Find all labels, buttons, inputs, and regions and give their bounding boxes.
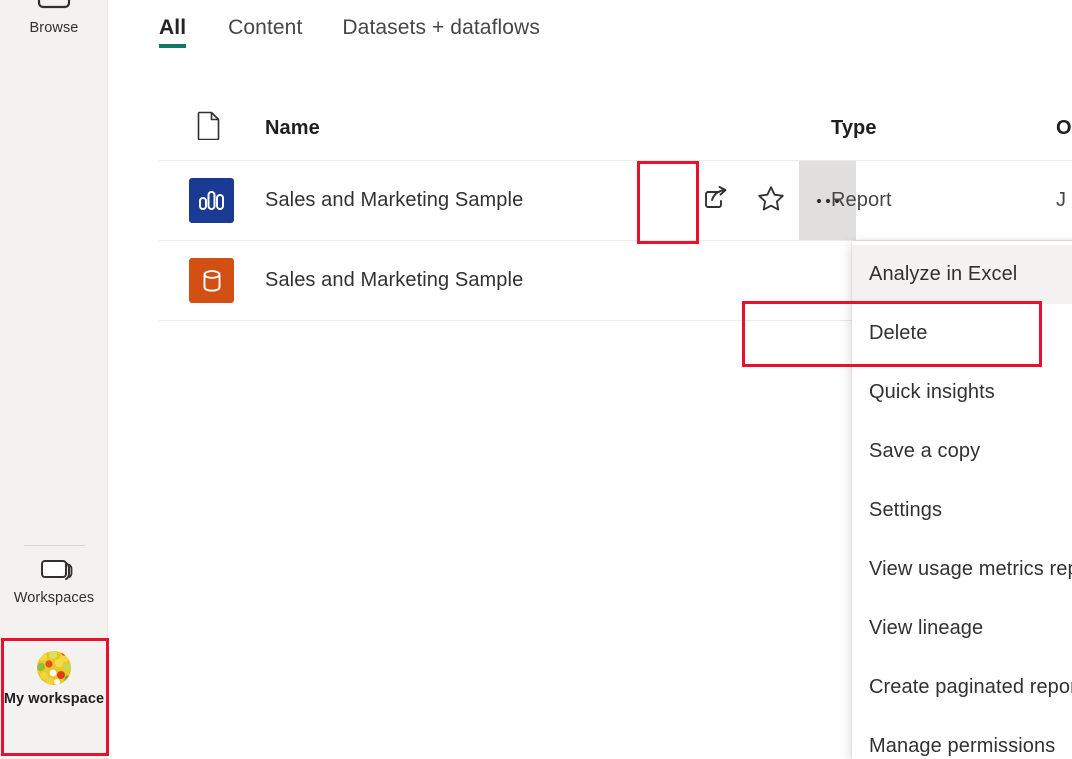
menu-item-view-lineage[interactable]: View lineage bbox=[852, 599, 1072, 658]
column-header-name[interactable]: Name bbox=[265, 96, 320, 160]
column-header-owner[interactable]: O bbox=[1056, 96, 1072, 160]
table-header-row: Name Type O bbox=[159, 96, 1072, 161]
favorite-button[interactable] bbox=[743, 166, 799, 236]
sidebar-item-workspaces[interactable]: Workspaces bbox=[0, 557, 108, 607]
sidebar-item-my-workspace[interactable]: My workspace bbox=[0, 641, 108, 754]
tab-content-label: Content bbox=[228, 16, 303, 39]
menu-item-create-paginated-report[interactable]: Create paginated report bbox=[852, 658, 1072, 717]
sidebar-item-workspaces-label: Workspaces bbox=[13, 590, 95, 606]
menu-item-save-a-copy[interactable]: Save a copy bbox=[852, 422, 1072, 481]
nav-divider bbox=[24, 545, 85, 546]
row-item-owner: J bbox=[1056, 189, 1067, 211]
menu-item-quick-insights[interactable]: Quick insights bbox=[852, 363, 1072, 422]
menu-item-view-usage-metrics-report[interactable]: View usage metrics report bbox=[852, 540, 1072, 599]
tab-all-label: All bbox=[159, 16, 187, 39]
menu-item-analyze-in-excel[interactable]: Analyze in Excel bbox=[852, 245, 1072, 304]
share-icon bbox=[702, 185, 728, 216]
tab-datasets-dataflows[interactable]: Datasets + dataflows bbox=[322, 0, 560, 56]
row-item-name[interactable]: Sales and Marketing Sample bbox=[265, 161, 523, 240]
column-header-type[interactable]: Type bbox=[831, 96, 877, 160]
menu-item-manage-permissions[interactable]: Manage permissions bbox=[852, 717, 1072, 759]
star-icon bbox=[757, 185, 785, 217]
row-item-name[interactable]: Sales and Marketing Sample bbox=[265, 241, 523, 320]
tab-all[interactable]: All bbox=[159, 0, 208, 56]
browse-icon bbox=[36, 0, 72, 14]
context-menu: Analyze in Excel Delete Quick insights S… bbox=[852, 241, 1072, 759]
main-content: All Content Datasets + dataflows Name Ty… bbox=[109, 0, 1072, 759]
tab-datasets-dataflows-label: Datasets + dataflows bbox=[342, 16, 540, 39]
column-header-icon[interactable] bbox=[197, 96, 221, 160]
sidebar-item-browse-label: Browse bbox=[29, 20, 79, 36]
row-item-icon bbox=[189, 161, 234, 240]
report-icon bbox=[189, 178, 234, 223]
sidebar-item-browse[interactable]: Browse bbox=[0, 0, 108, 37]
dataset-icon bbox=[189, 258, 234, 303]
tab-content[interactable]: Content bbox=[208, 0, 322, 56]
my-workspace-avatar bbox=[37, 651, 71, 685]
powerbi-workspace-page: Browse Workspaces My workspace All Conte… bbox=[0, 0, 1072, 759]
share-button[interactable] bbox=[687, 166, 743, 236]
table-row[interactable]: Sales and Marketing Sample Report J bbox=[159, 161, 1072, 241]
left-nav-rail: Browse Workspaces My workspace bbox=[0, 0, 108, 759]
menu-item-delete[interactable]: Delete bbox=[852, 304, 1072, 363]
view-tabs: All Content Datasets + dataflows bbox=[159, 0, 560, 56]
document-icon bbox=[197, 111, 221, 146]
sidebar-item-my-workspace-label: My workspace bbox=[3, 691, 105, 707]
row-item-type: Report bbox=[831, 189, 892, 211]
row-item-icon bbox=[189, 241, 234, 320]
menu-item-settings[interactable]: Settings bbox=[852, 481, 1072, 540]
workspaces-icon bbox=[34, 557, 74, 585]
